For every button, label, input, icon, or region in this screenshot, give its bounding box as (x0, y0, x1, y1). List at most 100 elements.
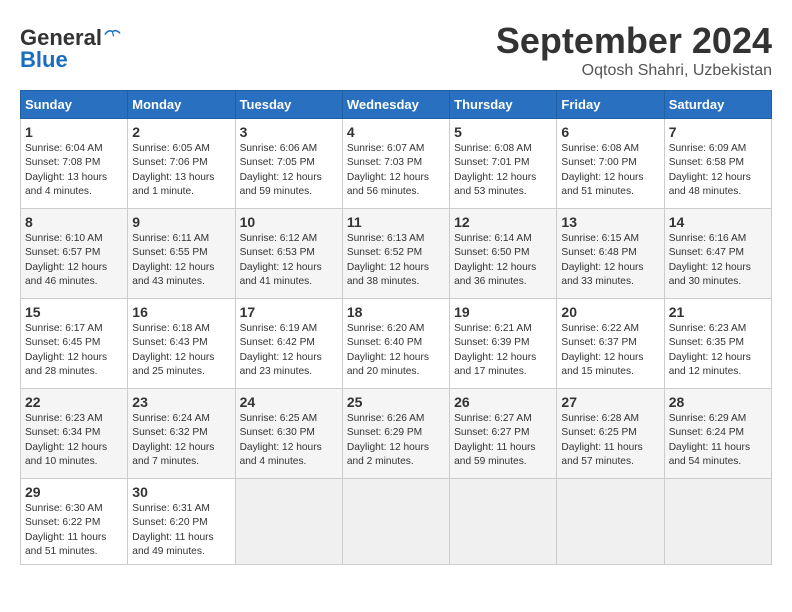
calendar-table: SundayMondayTuesdayWednesdayThursdayFrid… (20, 90, 772, 565)
calendar-cell: 20 Sunrise: 6:22 AMSunset: 6:37 PMDaylig… (557, 299, 664, 389)
month-title: September 2024 (496, 20, 772, 62)
calendar-cell (342, 479, 449, 565)
cell-content: Sunrise: 6:13 AMSunset: 6:52 PMDaylight:… (347, 232, 445, 289)
day-number: 25 (347, 394, 445, 410)
cell-content: Sunrise: 6:23 AMSunset: 6:34 PMDaylight:… (25, 412, 123, 469)
cell-content: Sunrise: 6:07 AMSunset: 7:03 PMDaylight:… (347, 142, 445, 199)
calendar-cell: 17 Sunrise: 6:19 AMSunset: 6:42 PMDaylig… (235, 299, 342, 389)
calendar-cell: 27 Sunrise: 6:28 AMSunset: 6:25 PMDaylig… (557, 389, 664, 479)
calendar-cell: 22 Sunrise: 6:23 AMSunset: 6:34 PMDaylig… (21, 389, 128, 479)
cell-content: Sunrise: 6:09 AMSunset: 6:58 PMDaylight:… (669, 142, 767, 199)
logo-bird-icon (104, 27, 122, 41)
calendar-cell: 5 Sunrise: 6:08 AMSunset: 7:01 PMDayligh… (450, 119, 557, 209)
calendar-cell: 10 Sunrise: 6:12 AMSunset: 6:53 PMDaylig… (235, 209, 342, 299)
day-number: 13 (561, 214, 659, 230)
calendar-cell: 16 Sunrise: 6:18 AMSunset: 6:43 PMDaylig… (128, 299, 235, 389)
day-number: 10 (240, 214, 338, 230)
day-number: 19 (454, 304, 552, 320)
calendar-cell: 23 Sunrise: 6:24 AMSunset: 6:32 PMDaylig… (128, 389, 235, 479)
cell-content: Sunrise: 6:22 AMSunset: 6:37 PMDaylight:… (561, 322, 659, 379)
calendar-cell (557, 479, 664, 565)
cell-content: Sunrise: 6:23 AMSunset: 6:35 PMDaylight:… (669, 322, 767, 379)
cell-content: Sunrise: 6:06 AMSunset: 7:05 PMDaylight:… (240, 142, 338, 199)
cell-content: Sunrise: 6:26 AMSunset: 6:29 PMDaylight:… (347, 412, 445, 469)
calendar-cell: 11 Sunrise: 6:13 AMSunset: 6:52 PMDaylig… (342, 209, 449, 299)
calendar-cell: 2 Sunrise: 6:05 AMSunset: 7:06 PMDayligh… (128, 119, 235, 209)
cell-content: Sunrise: 6:15 AMSunset: 6:48 PMDaylight:… (561, 232, 659, 289)
cell-content: Sunrise: 6:18 AMSunset: 6:43 PMDaylight:… (132, 322, 230, 379)
calendar-cell: 8 Sunrise: 6:10 AMSunset: 6:57 PMDayligh… (21, 209, 128, 299)
cell-content: Sunrise: 6:08 AMSunset: 7:01 PMDaylight:… (454, 142, 552, 199)
day-number: 24 (240, 394, 338, 410)
calendar-cell: 1 Sunrise: 6:04 AMSunset: 7:08 PMDayligh… (21, 119, 128, 209)
day-number: 29 (25, 484, 123, 500)
calendar-cell: 30 Sunrise: 6:31 AMSunset: 6:20 PMDaylig… (128, 479, 235, 565)
logo-blue: Blue (20, 47, 68, 73)
cell-content: Sunrise: 6:14 AMSunset: 6:50 PMDaylight:… (454, 232, 552, 289)
calendar-cell: 6 Sunrise: 6:08 AMSunset: 7:00 PMDayligh… (557, 119, 664, 209)
location-title: Oqtosh Shahri, Uzbekistan (496, 62, 772, 80)
cell-content: Sunrise: 6:16 AMSunset: 6:47 PMDaylight:… (669, 232, 767, 289)
calendar-cell: 3 Sunrise: 6:06 AMSunset: 7:05 PMDayligh… (235, 119, 342, 209)
calendar-cell: 7 Sunrise: 6:09 AMSunset: 6:58 PMDayligh… (664, 119, 771, 209)
calendar-cell: 12 Sunrise: 6:14 AMSunset: 6:50 PMDaylig… (450, 209, 557, 299)
day-number: 22 (25, 394, 123, 410)
calendar-cell: 4 Sunrise: 6:07 AMSunset: 7:03 PMDayligh… (342, 119, 449, 209)
day-number: 7 (669, 124, 767, 140)
calendar-cell (450, 479, 557, 565)
day-number: 28 (669, 394, 767, 410)
day-number: 17 (240, 304, 338, 320)
calendar-cell: 28 Sunrise: 6:29 AMSunset: 6:24 PMDaylig… (664, 389, 771, 479)
day-number: 4 (347, 124, 445, 140)
col-header-sunday: Sunday (21, 91, 128, 119)
col-header-wednesday: Wednesday (342, 91, 449, 119)
day-number: 21 (669, 304, 767, 320)
title-area: September 2024 Oqtosh Shahri, Uzbekistan (496, 20, 772, 80)
cell-content: Sunrise: 6:27 AMSunset: 6:27 PMDaylight:… (454, 412, 552, 469)
day-number: 11 (347, 214, 445, 230)
day-number: 9 (132, 214, 230, 230)
cell-content: Sunrise: 6:05 AMSunset: 7:06 PMDaylight:… (132, 142, 230, 199)
calendar-cell (235, 479, 342, 565)
day-number: 3 (240, 124, 338, 140)
calendar-cell (664, 479, 771, 565)
day-number: 15 (25, 304, 123, 320)
calendar-cell: 21 Sunrise: 6:23 AMSunset: 6:35 PMDaylig… (664, 299, 771, 389)
day-number: 2 (132, 124, 230, 140)
calendar-cell: 15 Sunrise: 6:17 AMSunset: 6:45 PMDaylig… (21, 299, 128, 389)
cell-content: Sunrise: 6:17 AMSunset: 6:45 PMDaylight:… (25, 322, 123, 379)
cell-content: Sunrise: 6:29 AMSunset: 6:24 PMDaylight:… (669, 412, 767, 469)
day-number: 6 (561, 124, 659, 140)
day-number: 1 (25, 124, 123, 140)
day-number: 26 (454, 394, 552, 410)
calendar-cell: 26 Sunrise: 6:27 AMSunset: 6:27 PMDaylig… (450, 389, 557, 479)
calendar-cell: 29 Sunrise: 6:30 AMSunset: 6:22 PMDaylig… (21, 479, 128, 565)
day-number: 16 (132, 304, 230, 320)
logo: General Blue (20, 25, 122, 73)
cell-content: Sunrise: 6:31 AMSunset: 6:20 PMDaylight:… (132, 502, 230, 559)
cell-content: Sunrise: 6:28 AMSunset: 6:25 PMDaylight:… (561, 412, 659, 469)
cell-content: Sunrise: 6:25 AMSunset: 6:30 PMDaylight:… (240, 412, 338, 469)
day-number: 18 (347, 304, 445, 320)
calendar-cell: 9 Sunrise: 6:11 AMSunset: 6:55 PMDayligh… (128, 209, 235, 299)
day-number: 23 (132, 394, 230, 410)
cell-content: Sunrise: 6:04 AMSunset: 7:08 PMDaylight:… (25, 142, 123, 199)
cell-content: Sunrise: 6:08 AMSunset: 7:00 PMDaylight:… (561, 142, 659, 199)
cell-content: Sunrise: 6:19 AMSunset: 6:42 PMDaylight:… (240, 322, 338, 379)
col-header-monday: Monday (128, 91, 235, 119)
calendar-cell: 25 Sunrise: 6:26 AMSunset: 6:29 PMDaylig… (342, 389, 449, 479)
day-number: 5 (454, 124, 552, 140)
col-header-saturday: Saturday (664, 91, 771, 119)
day-number: 12 (454, 214, 552, 230)
calendar-cell: 24 Sunrise: 6:25 AMSunset: 6:30 PMDaylig… (235, 389, 342, 479)
cell-content: Sunrise: 6:21 AMSunset: 6:39 PMDaylight:… (454, 322, 552, 379)
cell-content: Sunrise: 6:11 AMSunset: 6:55 PMDaylight:… (132, 232, 230, 289)
day-number: 8 (25, 214, 123, 230)
cell-content: Sunrise: 6:12 AMSunset: 6:53 PMDaylight:… (240, 232, 338, 289)
day-number: 20 (561, 304, 659, 320)
day-number: 14 (669, 214, 767, 230)
calendar-cell: 19 Sunrise: 6:21 AMSunset: 6:39 PMDaylig… (450, 299, 557, 389)
calendar-cell: 13 Sunrise: 6:15 AMSunset: 6:48 PMDaylig… (557, 209, 664, 299)
col-header-thursday: Thursday (450, 91, 557, 119)
cell-content: Sunrise: 6:20 AMSunset: 6:40 PMDaylight:… (347, 322, 445, 379)
